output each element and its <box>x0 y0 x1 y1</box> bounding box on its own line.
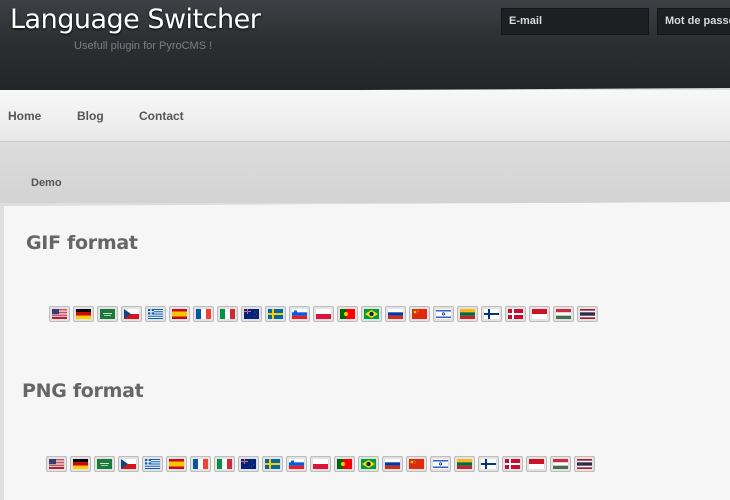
flag-slovenia-icon[interactable] <box>289 306 310 322</box>
flag-us-icon[interactable] <box>49 306 70 322</box>
sub-nav-item-demo[interactable]: Demo <box>31 177 62 189</box>
main-content: GIF format PNG format <box>4 202 730 500</box>
flag-brazil-icon[interactable] <box>361 306 382 322</box>
flag-israel-icon[interactable] <box>430 456 451 472</box>
flag-brazil-icon[interactable] <box>358 456 379 472</box>
flag-italy-icon[interactable] <box>217 306 238 322</box>
flag-hungary-icon[interactable] <box>550 456 571 472</box>
flag-thailand-icon[interactable] <box>574 456 595 472</box>
flag-sweden-icon[interactable] <box>262 456 283 472</box>
flag-denmark-icon[interactable] <box>505 306 526 322</box>
flag-new-zealand-icon[interactable] <box>238 456 259 472</box>
flag-czech-icon[interactable] <box>121 306 142 322</box>
flag-china-icon[interactable] <box>406 456 427 472</box>
section-title-png: PNG format <box>22 380 144 402</box>
flag-france-icon[interactable] <box>193 306 214 322</box>
flag-greece-icon[interactable] <box>142 456 163 472</box>
flag-italy-icon[interactable] <box>214 456 235 472</box>
flag-thailand-icon[interactable] <box>577 306 598 322</box>
flag-spain-icon[interactable] <box>169 306 190 322</box>
flag-greece-icon[interactable] <box>145 306 166 322</box>
section-title-gif: GIF format <box>26 232 138 254</box>
flag-lithuania-icon[interactable] <box>457 306 478 322</box>
flag-saudi-arabia-icon[interactable] <box>97 306 118 322</box>
flag-us-icon[interactable] <box>46 456 67 472</box>
flag-lithuania-icon[interactable] <box>454 456 475 472</box>
flag-china-icon[interactable] <box>409 306 430 322</box>
flag-spain-icon[interactable] <box>166 456 187 472</box>
flag-germany-icon[interactable] <box>73 306 94 322</box>
flag-france-icon[interactable] <box>190 456 211 472</box>
flag-row-png <box>46 456 595 472</box>
flag-slovenia-icon[interactable] <box>286 456 307 472</box>
sub-nav: Demo <box>0 143 730 203</box>
password-input[interactable]: Mot de passe <box>657 8 730 35</box>
flag-denmark-icon[interactable] <box>502 456 523 472</box>
flag-germany-icon[interactable] <box>70 456 91 472</box>
flag-row-gif <box>49 306 598 322</box>
nav-item-home[interactable]: Home <box>8 109 41 123</box>
flag-saudi-arabia-icon[interactable] <box>94 456 115 472</box>
site-tagline: Usefull plugin for PyroCMS ! <box>74 40 213 52</box>
flag-indonesia-icon[interactable] <box>526 456 547 472</box>
flag-finland-icon[interactable] <box>478 456 499 472</box>
flag-israel-icon[interactable] <box>433 306 454 322</box>
email-input[interactable]: E-mail <box>501 8 649 35</box>
main-nav: Home Blog Contact <box>0 90 730 142</box>
flag-poland-icon[interactable] <box>313 306 334 322</box>
flag-russia-icon[interactable] <box>385 306 406 322</box>
flag-portugal-icon[interactable] <box>334 456 355 472</box>
flag-hungary-icon[interactable] <box>553 306 574 322</box>
flag-new-zealand-icon[interactable] <box>241 306 262 322</box>
flag-portugal-icon[interactable] <box>337 306 358 322</box>
flag-sweden-icon[interactable] <box>265 306 286 322</box>
flag-russia-icon[interactable] <box>382 456 403 472</box>
flag-finland-icon[interactable] <box>481 306 502 322</box>
site-title: Language Switcher <box>10 4 261 35</box>
nav-item-blog[interactable]: Blog <box>77 109 104 123</box>
flag-indonesia-icon[interactable] <box>529 306 550 322</box>
flag-czech-icon[interactable] <box>118 456 139 472</box>
flag-poland-icon[interactable] <box>310 456 331 472</box>
nav-item-contact[interactable]: Contact <box>139 109 184 123</box>
